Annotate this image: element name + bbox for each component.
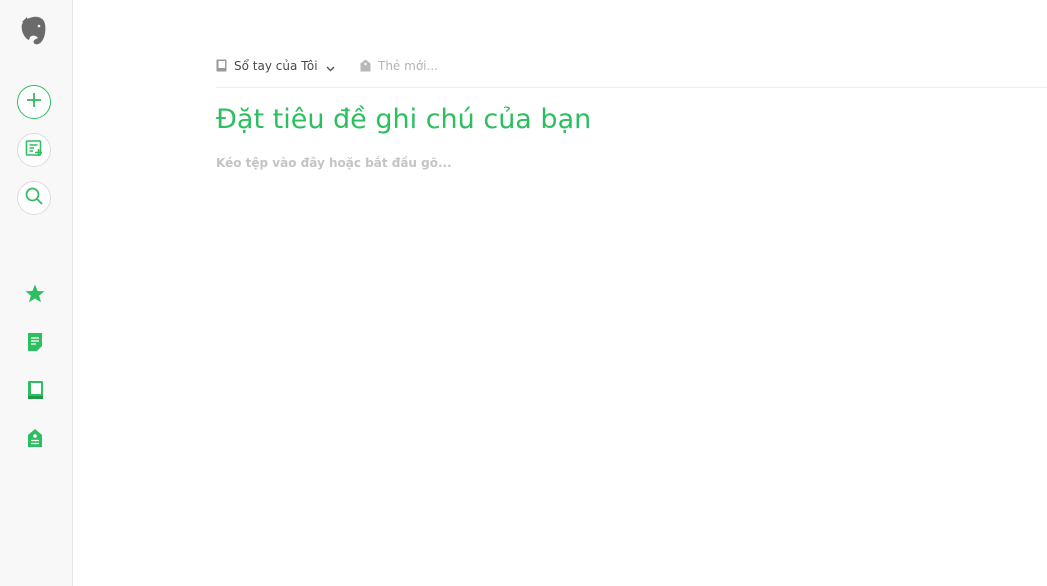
evernote-logo-icon[interactable]	[20, 13, 48, 47]
notebook-selector-label: Sổ tay của Tôi	[234, 59, 318, 73]
notebooks-icon[interactable]	[24, 379, 46, 401]
note-meta-bar: Sổ tay của Tôi Thẻ mới...	[216, 56, 1047, 88]
new-note-button[interactable]	[17, 85, 51, 119]
notebook-selector[interactable]: Sổ tay của Tôi	[216, 56, 335, 76]
note-editor: Sổ tay của Tôi Thẻ mới... Đặt tiêu đề gh…	[74, 0, 1047, 586]
shortcuts-star-icon[interactable]	[24, 283, 46, 305]
search-icon	[24, 186, 44, 210]
work-chat-button[interactable]	[17, 133, 51, 167]
chevron-down-icon	[326, 57, 335, 76]
tag-input[interactable]: Thẻ mới...	[360, 56, 438, 76]
tag-icon	[360, 57, 371, 76]
note-add-icon	[24, 138, 44, 162]
tag-input-placeholder: Thẻ mới...	[378, 59, 438, 73]
note-title-input[interactable]: Đặt tiêu đề ghi chú của bạn	[216, 104, 591, 135]
search-button[interactable]	[17, 181, 51, 215]
tags-icon[interactable]	[24, 427, 46, 449]
sidebar	[0, 0, 73, 586]
plus-icon	[25, 91, 43, 113]
note-body-input[interactable]: Kéo tệp vào đây hoặc bắt đầu gõ...	[216, 156, 452, 170]
notebook-icon	[216, 57, 227, 76]
notes-icon[interactable]	[24, 331, 46, 353]
